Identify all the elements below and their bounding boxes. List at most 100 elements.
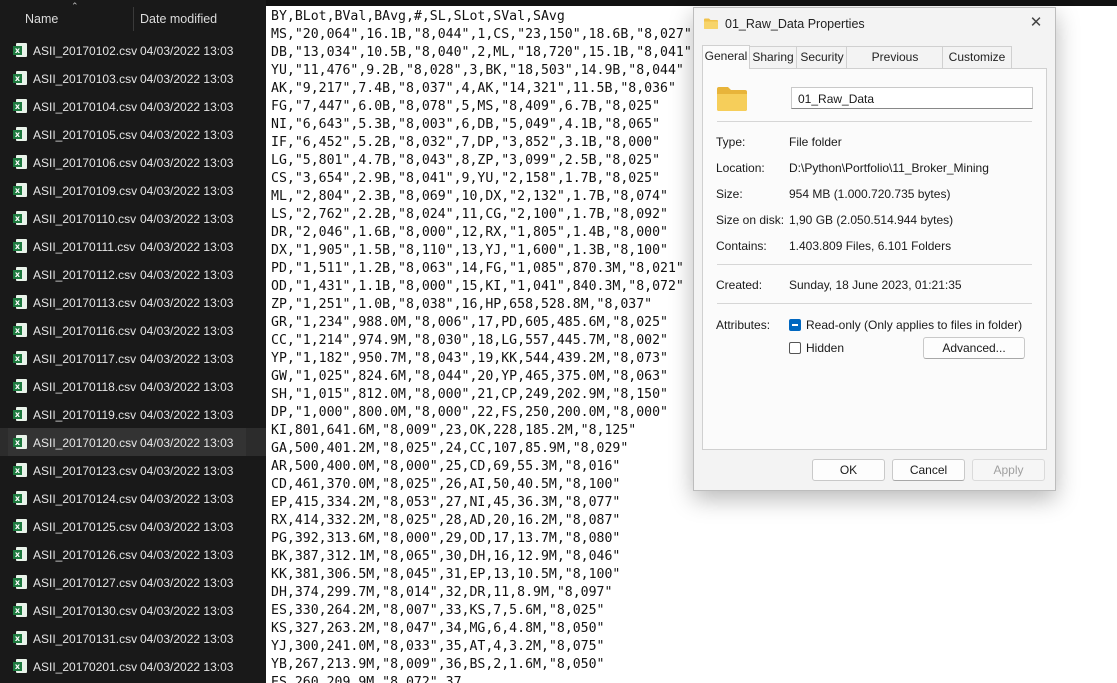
excel-csv-icon: x bbox=[13, 547, 27, 561]
file-row[interactable]: x ASII_20170103.csv 04/03/2022 13:03 bbox=[0, 64, 266, 92]
size-label: Size: bbox=[716, 187, 743, 201]
excel-csv-icon: x bbox=[13, 631, 27, 645]
hidden-label[interactable]: Hidden bbox=[806, 341, 844, 355]
excel-csv-icon: x bbox=[13, 351, 27, 365]
file-date-modified: 04/03/2022 13:03 bbox=[140, 492, 234, 506]
excel-csv-icon: x bbox=[13, 491, 27, 505]
file-row[interactable]: x ASII_20170116.csv 04/03/2022 13:03 bbox=[0, 316, 266, 344]
file-date-modified: 04/03/2022 13:03 bbox=[140, 436, 234, 450]
divider bbox=[717, 303, 1032, 304]
file-row[interactable]: x ASII_20170123.csv 04/03/2022 13:03 bbox=[0, 456, 266, 484]
file-row[interactable]: x ASII_20170113.csv 04/03/2022 13:03 bbox=[0, 288, 266, 316]
close-icon[interactable]: ✕ bbox=[1027, 14, 1045, 32]
file-name: ASII_20170201.csv bbox=[33, 660, 138, 674]
excel-csv-icon: x bbox=[13, 295, 27, 309]
location-label: Location: bbox=[716, 161, 765, 175]
text-line: DR,"2,046",1.6B,"8,000",12,RX,"1,805",1.… bbox=[271, 225, 668, 240]
text-line: MS,"20,064",16.1B,"8,044",1,CS,"23,150",… bbox=[271, 27, 692, 42]
file-date-modified: 04/03/2022 13:03 bbox=[140, 268, 234, 282]
file-row[interactable]: x ASII_20170127.csv 04/03/2022 13:03 bbox=[0, 568, 266, 596]
apply-button[interactable]: Apply bbox=[972, 459, 1045, 481]
text-line: LS,"2,762",2.2B,"8,024",11,CG,"2,100",1.… bbox=[271, 207, 668, 222]
file-row[interactable]: x ASII_20170106.csv 04/03/2022 13:03 bbox=[0, 148, 266, 176]
text-line: EP,415,334.2M,"8,053",27,NI,45,36.3M,"8,… bbox=[271, 495, 621, 510]
file-name: ASII_20170130.csv bbox=[33, 604, 138, 618]
file-name: ASII_20170131.csv bbox=[33, 632, 138, 646]
tab-customize[interactable]: Customize bbox=[942, 46, 1012, 68]
attributes-label: Attributes: bbox=[716, 318, 771, 332]
file-date-modified: 04/03/2022 13:03 bbox=[140, 44, 234, 58]
tab-previous-versions[interactable]: Previous Versions bbox=[846, 46, 944, 85]
readonly-checkbox[interactable] bbox=[789, 319, 801, 331]
excel-csv-icon: x bbox=[13, 71, 27, 85]
excel-csv-icon: x bbox=[13, 519, 27, 533]
file-row[interactable]: x ASII_20170120.csv 04/03/2022 13:03 bbox=[0, 428, 266, 456]
excel-csv-icon: x bbox=[13, 603, 27, 617]
file-row[interactable]: x ASII_20170131.csv 04/03/2022 13:03 bbox=[0, 624, 266, 652]
text-line: IF,"6,452",5.2B,"8,032",7,DP,"3,852",3.1… bbox=[271, 135, 661, 150]
text-line: YB,267,213.9M,"8,009",36,BS,2,1.6M,"8,05… bbox=[271, 657, 605, 672]
file-name: ASII_20170123.csv bbox=[33, 464, 138, 478]
file-row[interactable]: x ASII_20170111.csv 04/03/2022 13:03 bbox=[0, 232, 266, 260]
column-header-name[interactable]: Name bbox=[25, 12, 58, 26]
excel-csv-icon: x bbox=[13, 407, 27, 421]
file-date-modified: 04/03/2022 13:03 bbox=[140, 548, 234, 562]
text-line: CS,"3,654",2.9B,"8,041",9,YU,"2,158",1.7… bbox=[271, 171, 661, 186]
cancel-button[interactable]: Cancel bbox=[892, 459, 965, 481]
file-row[interactable]: x ASII_20170130.csv 04/03/2022 13:03 bbox=[0, 596, 266, 624]
hidden-checkbox[interactable] bbox=[789, 342, 801, 354]
tab-security[interactable]: Security bbox=[796, 46, 848, 68]
file-row[interactable]: x ASII_20170109.csv 04/03/2022 13:03 bbox=[0, 176, 266, 204]
file-row[interactable]: x ASII_20170102.csv 04/03/2022 13:03 bbox=[0, 36, 266, 64]
text-line: DX,"1,905",1.5B,"8,110",13,YJ,"1,600",1.… bbox=[271, 243, 668, 258]
type-value: File folder bbox=[789, 135, 842, 149]
file-date-modified: 04/03/2022 13:03 bbox=[140, 240, 234, 254]
ok-button[interactable]: OK bbox=[812, 459, 885, 481]
file-name: ASII_20170119.csv bbox=[33, 408, 137, 422]
file-name: ASII_20170103.csv bbox=[33, 72, 138, 86]
tab-sharing[interactable]: Sharing bbox=[748, 46, 798, 68]
file-list: x ASII_20170102.csv 04/03/2022 13:03 x ASII_… bbox=[0, 36, 266, 680]
file-date-modified: 04/03/2022 13:03 bbox=[140, 156, 234, 170]
advanced-button[interactable]: Advanced... bbox=[923, 337, 1025, 359]
file-name: ASII_20170111.csv bbox=[33, 240, 136, 254]
file-date-modified: 04/03/2022 13:03 bbox=[140, 100, 234, 114]
text-line: FG,"7,447",6.0B,"8,078",5,MS,"8,409",6.7… bbox=[271, 99, 661, 114]
file-row[interactable]: x ASII_20170125.csv 04/03/2022 13:03 bbox=[0, 512, 266, 540]
size-on-disk-value: 1,90 GB (2.050.514.944 bytes) bbox=[789, 213, 954, 227]
text-line: ZP,"1,251",1.0B,"8,038",16,HP,658,528.8M… bbox=[271, 297, 653, 312]
file-row[interactable]: x ASII_20170118.csv 04/03/2022 13:03 bbox=[0, 372, 266, 400]
file-date-modified: 04/03/2022 13:03 bbox=[140, 352, 234, 366]
location-value: D:\Python\Portfolio\11_Broker_Mining bbox=[789, 161, 989, 175]
file-row[interactable]: x ASII_20170104.csv 04/03/2022 13:03 bbox=[0, 92, 266, 120]
file-row[interactable]: x ASII_20170105.csv 04/03/2022 13:03 bbox=[0, 120, 266, 148]
file-name: ASII_20170109.csv bbox=[33, 184, 138, 198]
file-row[interactable]: x ASII_20170112.csv 04/03/2022 13:03 bbox=[0, 260, 266, 288]
excel-csv-icon: x bbox=[13, 43, 27, 57]
file-row[interactable]: x ASII_20170124.csv 04/03/2022 13:03 bbox=[0, 484, 266, 512]
file-date-modified: 04/03/2022 13:03 bbox=[140, 184, 234, 198]
file-row[interactable]: x ASII_20170119.csv 04/03/2022 13:03 bbox=[0, 400, 266, 428]
file-row[interactable]: x ASII_20170117.csv 04/03/2022 13:03 bbox=[0, 344, 266, 372]
text-line: ES,330,264.2M,"8,007",33,KS,7,5.6M,"8,02… bbox=[271, 603, 605, 618]
file-name: ASII_20170104.csv bbox=[33, 100, 138, 114]
file-date-modified: 04/03/2022 13:03 bbox=[140, 128, 234, 142]
readonly-label[interactable]: Read-only (Only applies to files in fold… bbox=[806, 318, 1022, 332]
file-name: ASII_20170113.csv bbox=[33, 296, 137, 310]
text-line: DP,"1,000",800.0M,"8,000",22,FS,250,200.… bbox=[271, 405, 668, 420]
column-header-date-modified[interactable]: Date modified bbox=[140, 12, 217, 26]
column-separator[interactable] bbox=[133, 7, 134, 31]
file-row[interactable]: x ASII_20170110.csv 04/03/2022 13:03 bbox=[0, 204, 266, 232]
text-line: BK,387,312.1M,"8,065",30,DH,16,12.9M,"8,… bbox=[271, 549, 621, 564]
text-line: BY,BLot,BVal,BAvg,#,SL,SLot,SVal,SAvg bbox=[271, 9, 565, 24]
tab-general[interactable]: General bbox=[702, 45, 750, 69]
dialog-title: 01_Raw_Data Properties bbox=[725, 17, 865, 31]
file-row[interactable]: x ASII_20170126.csv 04/03/2022 13:03 bbox=[0, 540, 266, 568]
folder-name-input[interactable]: 01_Raw_Data bbox=[791, 87, 1033, 109]
excel-csv-icon: x bbox=[13, 155, 27, 169]
created-value: Sunday, 18 June 2023, 01:21:35 bbox=[789, 278, 962, 292]
text-line: OD,"1,431",1.1B,"8,000",15,KI,"1,041",84… bbox=[271, 279, 684, 294]
text-line: CD,461,370.0M,"8,025",26,AI,50,40.5M,"8,… bbox=[271, 477, 621, 492]
text-line: GA,500,401.2M,"8,025",24,CC,107,85.9M,"8… bbox=[271, 441, 629, 456]
file-row[interactable]: x ASII_20170201.csv 04/03/2022 13:03 bbox=[0, 652, 266, 680]
